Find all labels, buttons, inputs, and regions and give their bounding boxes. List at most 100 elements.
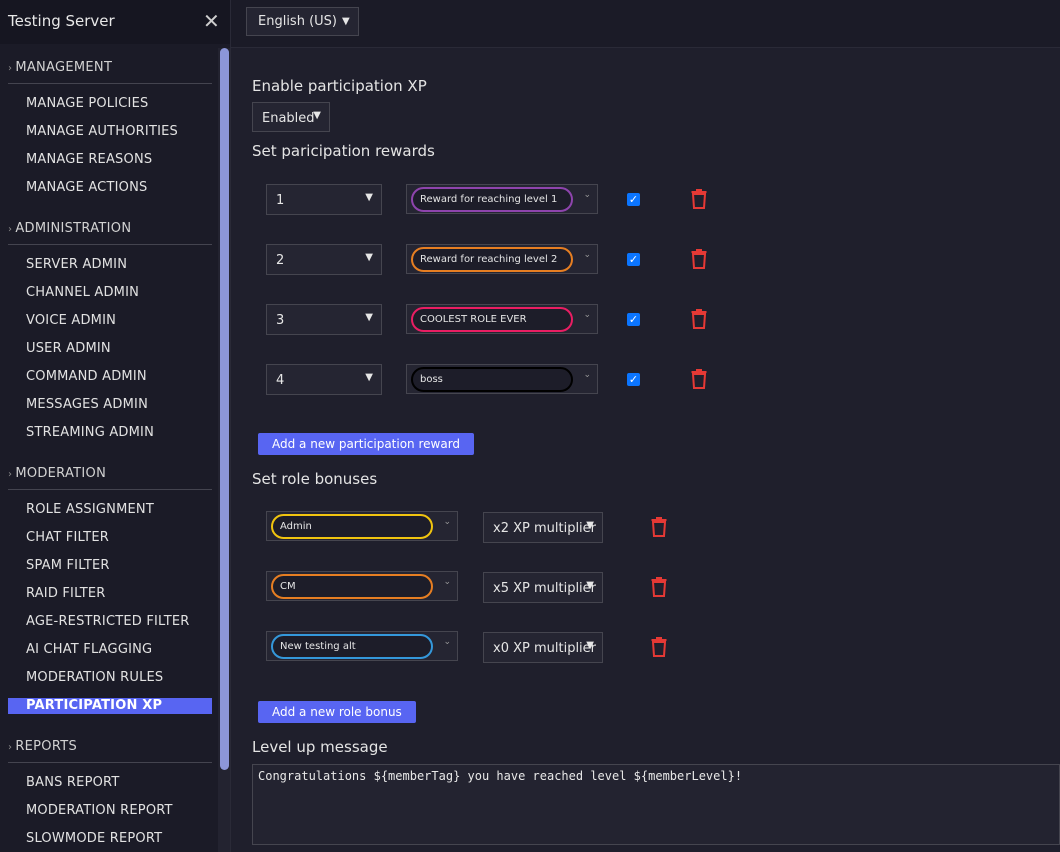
sidebar-item-streaming-admin[interactable]: STREAMING ADMIN bbox=[8, 424, 212, 442]
bonus-role-select[interactable]: CM ⌄ bbox=[266, 571, 458, 601]
sidebar: Testing Server ✕ › MANAGEMENT MANAGE POLI… bbox=[0, 0, 231, 852]
reward-level-select[interactable]: 4 ▼ bbox=[266, 364, 382, 395]
sidebar-item-age-restricted-filter[interactable]: AGE-RESTRICTED FILTER bbox=[8, 613, 212, 631]
section-management[interactable]: › MANAGEMENT bbox=[8, 60, 212, 84]
role-pill: Reward for reaching level 1 bbox=[411, 187, 573, 212]
reward-role-select[interactable]: Reward for reaching level 1 ⌄ bbox=[406, 184, 598, 214]
add-reward-button[interactable]: Add a new participation reward bbox=[258, 433, 475, 455]
role-pill: CM bbox=[271, 574, 433, 599]
sidebar-item-user-admin[interactable]: USER ADMIN bbox=[8, 340, 212, 358]
reward-level-select[interactable]: 3 ▼ bbox=[266, 304, 382, 335]
section-administration[interactable]: › ADMINISTRATION bbox=[8, 221, 212, 245]
section-moderation[interactable]: › MODERATION bbox=[8, 466, 212, 490]
chevron-down-icon: ▼ bbox=[342, 16, 350, 27]
trash-icon[interactable] bbox=[691, 309, 707, 329]
role-pill: Reward for reaching level 2 bbox=[411, 247, 573, 272]
chevron-down-icon: ⌄ bbox=[583, 250, 591, 260]
trash-icon[interactable] bbox=[651, 517, 667, 537]
server-title: Testing Server bbox=[8, 12, 115, 30]
sidebar-header: Testing Server ✕ bbox=[0, 0, 230, 44]
trash-icon[interactable] bbox=[651, 637, 667, 657]
sidebar-item-voice-admin[interactable]: VOICE ADMIN bbox=[8, 312, 212, 330]
sidebar-item-spam-filter[interactable]: SPAM FILTER bbox=[8, 557, 212, 575]
bonus-role-select[interactable]: New testing alt ⌄ bbox=[266, 631, 458, 661]
chevron-down-icon: ▼ bbox=[586, 640, 594, 651]
reward-level-select[interactable]: 2 ▼ bbox=[266, 244, 382, 275]
enable-xp-heading: Enable participation XP bbox=[252, 77, 427, 95]
multiplier-value: x5 XP multiplier bbox=[493, 581, 597, 596]
language-select[interactable]: English (US) ▼ bbox=[246, 7, 359, 36]
sidebar-item-server-admin[interactable]: SERVER ADMIN bbox=[8, 256, 212, 274]
levelup-message-textarea[interactable]: Congratulations ${memberTag} you have re… bbox=[252, 764, 1060, 845]
sidebar-item-raid-filter[interactable]: RAID FILTER bbox=[8, 585, 212, 603]
reward-level-select[interactable]: 1 ▼ bbox=[266, 184, 382, 215]
chevron-right-icon: › bbox=[8, 742, 13, 753]
language-value: English (US) bbox=[258, 14, 337, 29]
levelup-heading: Level up message bbox=[252, 738, 388, 756]
chevron-down-icon: ▼ bbox=[365, 312, 373, 323]
reward-level-value: 1 bbox=[276, 193, 285, 208]
enable-xp-value: Enabled bbox=[262, 111, 315, 126]
role-pill: Admin bbox=[271, 514, 433, 539]
trash-icon[interactable] bbox=[651, 577, 667, 597]
reward-enabled-checkbox[interactable]: ✓ bbox=[627, 253, 640, 266]
sidebar-item-messages-admin[interactable]: MESSAGES ADMIN bbox=[8, 396, 212, 414]
chevron-down-icon: ⌄ bbox=[443, 517, 451, 527]
top-bar: English (US) ▼ bbox=[231, 0, 1060, 48]
role-pill: New testing alt bbox=[271, 634, 433, 659]
reward-role-select[interactable]: boss ⌄ bbox=[406, 364, 598, 394]
reward-level-value: 4 bbox=[276, 373, 285, 388]
chevron-down-icon: ▼ bbox=[586, 580, 594, 591]
sidebar-item-slowmode-report[interactable]: SLOWMODE REPORT bbox=[8, 830, 212, 848]
sidebar-item-moderation-rules[interactable]: MODERATION RULES bbox=[8, 669, 212, 687]
sidebar-item-manage-policies[interactable]: MANAGE POLICIES bbox=[8, 95, 212, 113]
chevron-right-icon: › bbox=[8, 469, 13, 480]
sidebar-item-manage-actions[interactable]: MANAGE ACTIONS bbox=[8, 179, 212, 197]
multiplier-select[interactable]: x2 XP multiplier ▼ bbox=[483, 512, 603, 543]
reward-role-select[interactable]: Reward for reaching level 2 ⌄ bbox=[406, 244, 598, 274]
chevron-down-icon: ⌄ bbox=[583, 370, 591, 380]
role-pill: boss bbox=[411, 367, 573, 392]
add-role-bonus-button[interactable]: Add a new role bonus bbox=[258, 701, 416, 723]
reward-level-value: 3 bbox=[276, 313, 285, 328]
trash-icon[interactable] bbox=[691, 189, 707, 209]
sidebar-item-command-admin[interactable]: COMMAND ADMIN bbox=[8, 368, 212, 386]
trash-icon[interactable] bbox=[691, 249, 707, 269]
chevron-down-icon: ▼ bbox=[313, 110, 321, 121]
sidebar-item-participation-xp[interactable]: PARTICIPATION XP bbox=[8, 698, 212, 714]
chevron-right-icon: › bbox=[8, 63, 13, 74]
chevron-down-icon: ▼ bbox=[365, 252, 373, 263]
trash-icon[interactable] bbox=[691, 369, 707, 389]
sidebar-item-ai-chat-flagging[interactable]: AI CHAT FLAGGING bbox=[8, 641, 212, 659]
bonuses-heading: Set role bonuses bbox=[252, 470, 378, 488]
reward-enabled-checkbox[interactable]: ✓ bbox=[627, 373, 640, 386]
reward-enabled-checkbox[interactable]: ✓ bbox=[627, 193, 640, 206]
reward-level-value: 2 bbox=[276, 253, 285, 268]
reward-role-select[interactable]: COOLEST ROLE EVER ⌄ bbox=[406, 304, 598, 334]
sidebar-item-manage-authorities[interactable]: MANAGE AUTHORITIES bbox=[8, 123, 212, 141]
multiplier-value: x0 XP multiplier bbox=[493, 641, 597, 656]
reward-enabled-checkbox[interactable]: ✓ bbox=[627, 313, 640, 326]
chevron-down-icon: ⌄ bbox=[443, 577, 451, 587]
sidebar-item-manage-reasons[interactable]: MANAGE REASONS bbox=[8, 151, 212, 169]
sidebar-scrollbar-thumb[interactable] bbox=[220, 48, 229, 770]
multiplier-select[interactable]: x0 XP multiplier ▼ bbox=[483, 632, 603, 663]
sidebar-item-chat-filter[interactable]: CHAT FILTER bbox=[8, 529, 212, 547]
chevron-down-icon: ⌄ bbox=[583, 310, 591, 320]
chevron-down-icon: ⌄ bbox=[583, 190, 591, 200]
multiplier-value: x2 XP multiplier bbox=[493, 521, 597, 536]
bonus-role-select[interactable]: Admin ⌄ bbox=[266, 511, 458, 541]
close-icon[interactable]: ✕ bbox=[203, 10, 220, 32]
section-reports[interactable]: › REPORTS bbox=[8, 739, 212, 763]
sidebar-item-role-assignment[interactable]: ROLE ASSIGNMENT bbox=[8, 501, 212, 519]
chevron-down-icon: ▼ bbox=[586, 520, 594, 531]
sidebar-item-bans-report[interactable]: BANS REPORT bbox=[8, 774, 212, 792]
multiplier-select[interactable]: x5 XP multiplier ▼ bbox=[483, 572, 603, 603]
role-pill: COOLEST ROLE EVER bbox=[411, 307, 573, 332]
sidebar-item-moderation-report[interactable]: MODERATION REPORT bbox=[8, 802, 212, 820]
chevron-down-icon: ⌄ bbox=[443, 637, 451, 647]
sidebar-item-channel-admin[interactable]: CHANNEL ADMIN bbox=[8, 284, 212, 302]
enable-xp-select[interactable]: Enabled ▼ bbox=[252, 102, 330, 132]
chevron-right-icon: › bbox=[8, 224, 13, 235]
rewards-heading: Set paricipation rewards bbox=[252, 142, 435, 160]
